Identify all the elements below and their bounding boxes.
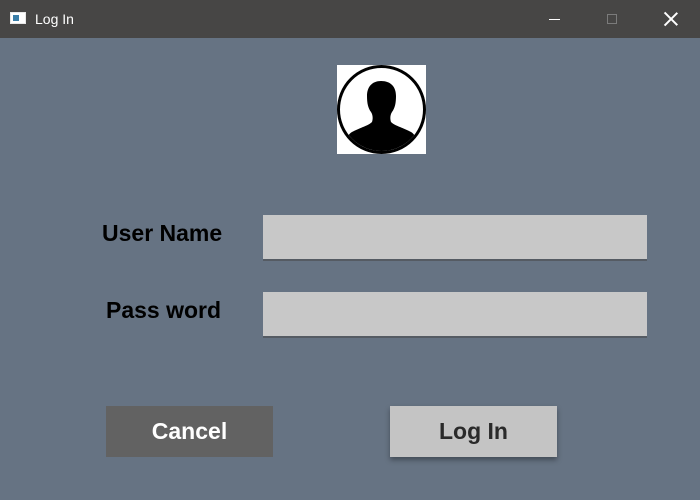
user-silhouette-icon	[337, 65, 426, 154]
login-window: Log In User Name Pass word Cancel Log In	[0, 0, 700, 500]
password-label: Pass word	[106, 297, 222, 323]
username-label: User Name	[102, 220, 223, 246]
maximize-button[interactable]	[583, 0, 641, 38]
username-field[interactable]	[263, 215, 647, 261]
window-app-icon	[10, 12, 26, 24]
minimize-icon	[548, 18, 560, 20]
password-field[interactable]	[263, 292, 647, 338]
login-button[interactable]: Log In	[390, 406, 557, 457]
maximize-icon	[607, 14, 617, 24]
close-icon	[664, 12, 678, 26]
window-title: Log In	[35, 11, 74, 27]
close-button[interactable]	[642, 0, 700, 38]
minimize-button[interactable]	[525, 0, 583, 38]
cancel-button[interactable]: Cancel	[106, 406, 273, 457]
user-avatar	[337, 65, 426, 154]
title-bar[interactable]: Log In	[0, 0, 700, 38]
